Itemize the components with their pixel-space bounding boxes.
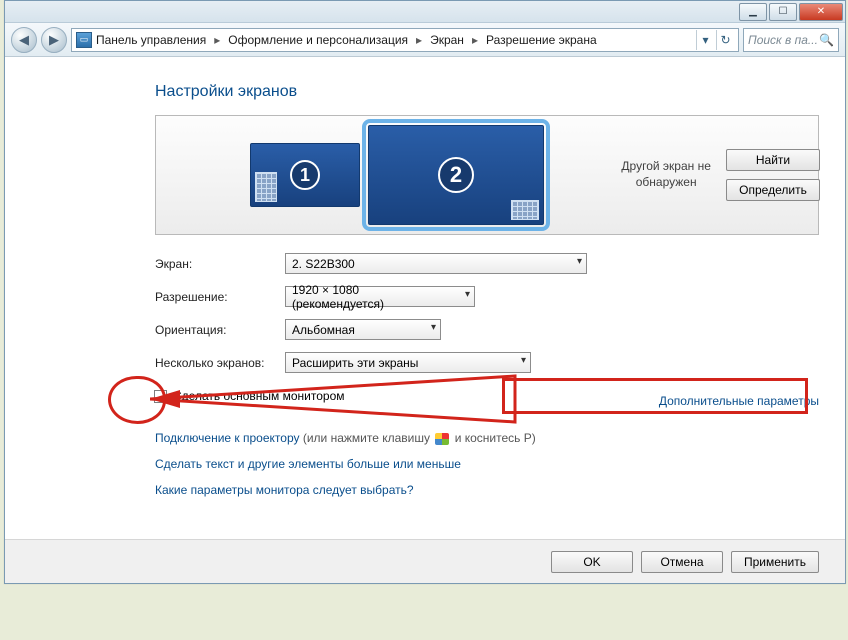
maximize-button[interactable]: ☐ — [769, 3, 797, 21]
advanced-settings-link[interactable]: Дополнительные параметры — [659, 394, 819, 408]
display-label: Экран: — [155, 257, 285, 271]
control-panel-window: ▁ ☐ ✕ ◀ ▶ ▭ Панель управления ▸ Оформлен… — [4, 0, 846, 584]
dialog-footer: OK Отмена Применить — [5, 539, 845, 583]
ok-button[interactable]: OK — [551, 551, 633, 573]
titlebar: ▁ ☐ ✕ — [5, 1, 845, 23]
page-title: Настройки экранов — [155, 83, 819, 101]
apply-button[interactable]: Применить — [731, 551, 819, 573]
monitor-number: 1 — [290, 160, 320, 190]
multi-display-select[interactable]: Расширить эти экраны — [285, 352, 531, 373]
annotation-arrow — [150, 374, 520, 424]
which-settings-link[interactable]: Какие параметры монитора следует выбрать… — [155, 483, 414, 497]
monitor-thumbnail-icon — [255, 172, 277, 202]
minimize-button[interactable]: ▁ — [739, 3, 767, 21]
multi-display-label: Несколько экранов: — [155, 356, 285, 370]
projector-hint-tail: и коснитесь P) — [455, 431, 536, 445]
search-icon: 🔍 — [819, 33, 834, 47]
text-size-link[interactable]: Сделать текст и другие элементы больше и… — [155, 457, 461, 471]
display-icon: ▭ — [76, 32, 92, 48]
projector-hint: (или нажмите клавишу — [303, 431, 434, 445]
address-history-dropdown[interactable]: ▾ — [696, 30, 714, 50]
breadcrumb[interactable]: Панель управления — [96, 33, 206, 47]
nav-forward-button[interactable]: ▶ — [41, 27, 67, 53]
chevron-right-icon: ▸ — [210, 33, 224, 47]
search-input[interactable]: Поиск в па... 🔍 — [743, 28, 839, 52]
chevron-right-icon: ▸ — [468, 33, 482, 47]
monitor-number: 2 — [438, 157, 474, 193]
chevron-right-icon: ▸ — [412, 33, 426, 47]
find-button[interactable]: Найти — [726, 149, 820, 171]
breadcrumb[interactable]: Оформление и персонализация — [228, 33, 408, 47]
detect-button[interactable]: Определить — [726, 179, 820, 201]
refresh-button[interactable]: ↻ — [716, 30, 734, 50]
not-detected-label: Другой экран не обнаружен — [616, 159, 716, 190]
display-select[interactable]: 2. S22B300 — [285, 253, 587, 274]
breadcrumb[interactable]: Экран — [430, 33, 464, 47]
monitor-arrangement-box: 1 2 Другой экран не обнаружен Найти Опре… — [155, 115, 819, 235]
windows-key-icon — [435, 433, 449, 445]
address-bar[interactable]: ▭ Панель управления ▸ Оформление и персо… — [71, 28, 739, 52]
monitor-thumbnail-icon — [511, 200, 539, 220]
search-placeholder: Поиск в па... — [748, 33, 818, 47]
nav-back-button[interactable]: ◀ — [11, 27, 37, 53]
resolution-select[interactable]: 1920 × 1080 (рекомендуется) — [285, 286, 475, 307]
cancel-button[interactable]: Отмена — [641, 551, 723, 573]
monitor-2[interactable]: 2 — [368, 125, 544, 225]
content-area: Настройки экранов 1 2 Другой экран не об… — [5, 57, 845, 583]
monitor-1[interactable]: 1 — [250, 143, 360, 207]
navigation-bar: ◀ ▶ ▭ Панель управления ▸ Оформление и п… — [5, 23, 845, 57]
close-button[interactable]: ✕ — [799, 3, 843, 21]
resolution-label: Разрешение: — [155, 290, 285, 304]
breadcrumb[interactable]: Разрешение экрана — [486, 33, 597, 47]
orientation-select[interactable]: Альбомная — [285, 319, 441, 340]
connect-projector-link[interactable]: Подключение к проектору — [155, 431, 300, 445]
orientation-label: Ориентация: — [155, 323, 285, 337]
